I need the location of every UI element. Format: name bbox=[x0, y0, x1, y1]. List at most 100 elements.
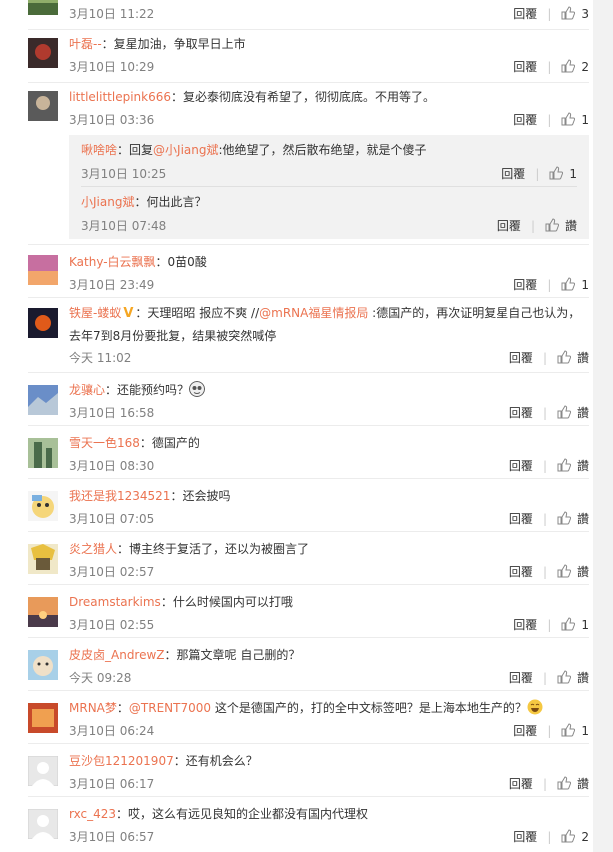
comment-item: 铁屋-蝼蚁 V ：天理昭昭 报应不爽 //@mRNA福星情报局 :德国产的，再次证明… bbox=[0, 298, 593, 373]
like-button[interactable]: 讚 bbox=[557, 564, 589, 579]
thumbs-up-icon bbox=[561, 723, 576, 737]
mention-link[interactable]: @TRENT7000 bbox=[129, 701, 211, 715]
comment-actions: 回覆 | 讚 bbox=[509, 563, 589, 580]
like-button[interactable]: 1 bbox=[561, 723, 589, 738]
avatar[interactable] bbox=[28, 703, 58, 733]
avatar[interactable] bbox=[27, 755, 59, 787]
comment-item: 雪天一色168：德国产的 3月10日 08:30 回覆 | 讚 bbox=[0, 426, 593, 479]
comment-username[interactable]: 皮皮卤_AndrewZ bbox=[69, 648, 165, 662]
avatar[interactable] bbox=[28, 491, 58, 521]
comment-username[interactable]: 龙骧心 bbox=[69, 383, 105, 397]
separator: | bbox=[547, 278, 552, 292]
thumbs-up-icon bbox=[557, 350, 571, 364]
comment-username[interactable]: 豆沙包121201907 bbox=[69, 754, 174, 768]
comment-item: 我还是我1234521：还会披吗 3月10日 07:05 回覆 | 讚 bbox=[0, 479, 593, 532]
comment-text: ：还能预约吗？ bbox=[105, 383, 190, 397]
avatar[interactable] bbox=[28, 385, 58, 415]
reply-username[interactable]: 小Jiang斌 bbox=[81, 195, 134, 209]
comment-username[interactable]: littlelittlepink666 bbox=[69, 90, 171, 104]
comment-time: 3月10日 10:29 bbox=[69, 60, 155, 74]
comment-username[interactable]: 叶磊-- bbox=[69, 37, 102, 51]
like-button[interactable]: 讚 bbox=[557, 405, 589, 420]
separator: | bbox=[542, 351, 547, 365]
mention-link[interactable]: @小Jiang斌 bbox=[153, 143, 218, 157]
reply-button[interactable]: 回覆 bbox=[513, 278, 537, 292]
like-button[interactable]: 讚 bbox=[545, 218, 577, 233]
reply-button[interactable]: 回覆 bbox=[509, 565, 533, 579]
reply-button[interactable]: 回覆 bbox=[497, 219, 521, 233]
like-button[interactable]: 2 bbox=[561, 829, 589, 844]
like-button[interactable]: 1 bbox=[561, 112, 589, 127]
comment-actions: 回覆 | 1 bbox=[513, 722, 589, 739]
comment-text: ：还有机会么？ bbox=[173, 754, 258, 768]
comment-time: 3月10日 08:30 bbox=[69, 459, 155, 473]
avatar[interactable] bbox=[28, 650, 58, 680]
avatar[interactable] bbox=[28, 308, 58, 338]
comment-text: ：0苗0酸 bbox=[155, 255, 207, 269]
like-count: 1 bbox=[569, 167, 577, 181]
thumbs-up-icon bbox=[561, 59, 576, 73]
avatar[interactable] bbox=[28, 38, 58, 68]
comment-username[interactable]: 雪天一色168 bbox=[69, 436, 140, 450]
like-button[interactable]: 讚 bbox=[557, 350, 589, 365]
comment-time: 3月10日 03:36 bbox=[69, 113, 155, 127]
reply-button[interactable]: 回覆 bbox=[509, 777, 533, 791]
avatar[interactable] bbox=[27, 808, 59, 840]
thumbs-up-icon bbox=[557, 776, 571, 790]
reply-button[interactable]: 回覆 bbox=[509, 671, 533, 685]
scrollbar[interactable] bbox=[593, 0, 613, 852]
reply-button[interactable]: 回覆 bbox=[513, 7, 537, 21]
reply-button[interactable]: 回覆 bbox=[501, 167, 525, 181]
thumbs-up-icon bbox=[557, 564, 571, 578]
mention-link[interactable]: @mRNA福星情报局 bbox=[259, 306, 368, 320]
reply-button[interactable]: 回覆 bbox=[509, 512, 533, 526]
verified-badge-icon: V bbox=[123, 306, 134, 321]
comment-text: ： bbox=[116, 701, 129, 715]
reply-time: 3月10日 10:25 bbox=[81, 167, 167, 181]
reply-button[interactable]: 回覆 bbox=[513, 830, 537, 844]
comment-time: 3月10日 06:17 bbox=[69, 777, 155, 791]
like-button[interactable]: 讚 bbox=[557, 511, 589, 526]
avatar[interactable] bbox=[28, 544, 58, 574]
like-button[interactable]: 3 bbox=[561, 6, 589, 21]
reply-button[interactable]: 回覆 bbox=[513, 618, 537, 632]
separator: | bbox=[535, 167, 540, 181]
separator: | bbox=[542, 565, 547, 579]
like-button[interactable]: 讚 bbox=[557, 458, 589, 473]
comment-username[interactable]: 炎之猎人 bbox=[69, 542, 117, 556]
like-button[interactable]: 讚 bbox=[557, 670, 589, 685]
comment-text: ：复星加油，争取早日上市 bbox=[101, 37, 246, 51]
reply-button[interactable]: 回覆 bbox=[509, 406, 533, 420]
reply-username[interactable]: 啾啥啥 bbox=[81, 143, 117, 157]
reply-text: ：回复 bbox=[117, 143, 154, 157]
like-button[interactable]: 讚 bbox=[557, 776, 589, 791]
comment-username[interactable]: rxc_423 bbox=[69, 807, 116, 821]
avatar[interactable] bbox=[28, 91, 58, 121]
like-button[interactable]: 2 bbox=[561, 59, 589, 74]
like-button[interactable]: 1 bbox=[549, 166, 577, 181]
reply-button[interactable]: 回覆 bbox=[513, 113, 537, 127]
reply-actions: 回覆 | 讚 bbox=[497, 217, 577, 234]
like-count: 讚 bbox=[576, 406, 589, 420]
avatar[interactable] bbox=[28, 438, 58, 468]
reply-button[interactable]: 回覆 bbox=[509, 351, 533, 365]
separator: | bbox=[542, 671, 547, 685]
reply-button[interactable]: 回覆 bbox=[509, 459, 533, 473]
comment-username[interactable]: 铁屋-蝼蚁 bbox=[69, 306, 121, 320]
reply-button[interactable]: 回覆 bbox=[513, 60, 537, 74]
avatar[interactable] bbox=[28, 255, 58, 285]
comment-username[interactable]: Dreamstarkims bbox=[69, 595, 161, 609]
comment-text: 这个是德国产的，打的全中文标签吧？是上海本地生产的？ bbox=[211, 701, 527, 715]
avatar[interactable] bbox=[28, 597, 58, 627]
comment-time: 3月10日 06:24 bbox=[69, 724, 155, 738]
comment-username[interactable]: MRNA梦 bbox=[69, 701, 117, 715]
reply-button[interactable]: 回覆 bbox=[513, 724, 537, 738]
like-button[interactable]: 1 bbox=[561, 277, 589, 292]
like-count: 讚 bbox=[564, 219, 577, 233]
like-button[interactable]: 1 bbox=[561, 617, 589, 632]
like-count: 讚 bbox=[576, 512, 589, 526]
avatar[interactable] bbox=[28, 0, 58, 15]
comment-username[interactable]: Kathy-白云飘飘 bbox=[69, 255, 156, 269]
comment-username[interactable]: 我还是我1234521 bbox=[69, 489, 170, 503]
like-count: 1 bbox=[581, 618, 589, 632]
